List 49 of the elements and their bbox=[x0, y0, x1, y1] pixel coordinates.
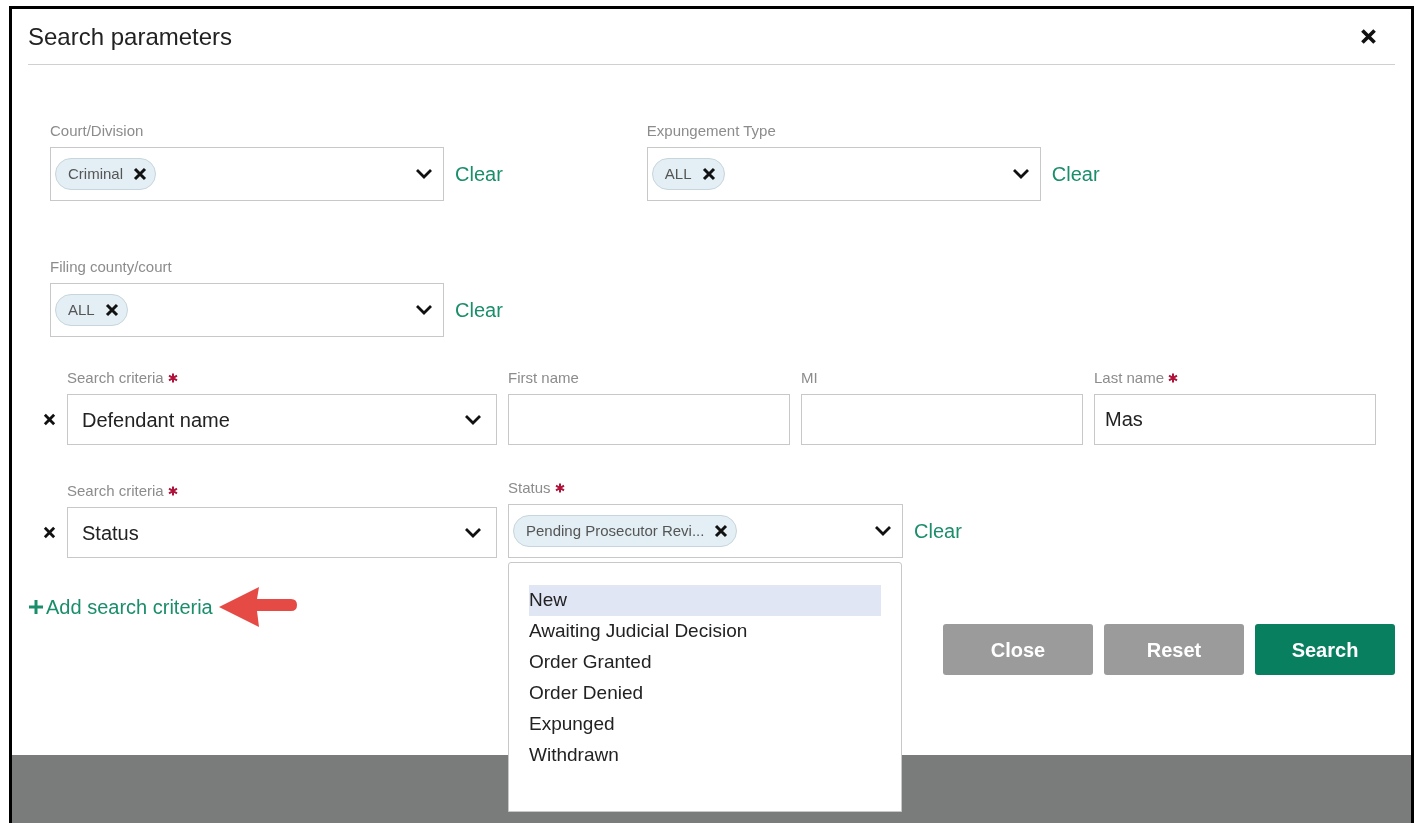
clear-link[interactable]: Clear bbox=[455, 295, 503, 325]
dropdown-option[interactable]: Withdrawn bbox=[529, 740, 881, 771]
text-field[interactable]: Mas bbox=[1094, 394, 1376, 445]
clear-link[interactable]: Clear bbox=[1051, 159, 1100, 189]
chevron-down-icon bbox=[874, 525, 892, 537]
criteria-select[interactable]: Status bbox=[67, 507, 497, 558]
remove-icon[interactable] bbox=[104, 303, 119, 317]
field-label: First name bbox=[508, 367, 579, 388]
chevron-down-icon bbox=[464, 526, 482, 539]
chevron-down-icon bbox=[464, 413, 482, 426]
field-label: MI bbox=[801, 367, 818, 388]
remove-icon[interactable] bbox=[714, 524, 729, 538]
plus-icon bbox=[28, 599, 44, 615]
chevron-down-icon bbox=[415, 304, 433, 316]
dropdown-option[interactable]: Awaiting Judicial Decision bbox=[529, 616, 881, 647]
dialog-title: Search parameters bbox=[28, 21, 233, 52]
dropdown-option[interactable]: Order Granted bbox=[529, 647, 881, 678]
remove-row-icon[interactable] bbox=[43, 526, 56, 539]
field-label: Expungement Type bbox=[646, 120, 776, 141]
multiselect-field[interactable]: Pending Prosecutor Revi... bbox=[508, 504, 903, 558]
dropdown-option[interactable]: Order Denied bbox=[529, 678, 881, 709]
field-label: Search criteria bbox=[67, 480, 164, 501]
remove-row-icon[interactable] bbox=[43, 413, 56, 426]
field-label: Last name bbox=[1094, 367, 1165, 388]
text-field[interactable] bbox=[508, 394, 790, 445]
field-label: Search criteria bbox=[67, 367, 164, 388]
multiselect-field[interactable]: ALL bbox=[50, 283, 444, 337]
remove-icon[interactable] bbox=[701, 167, 716, 181]
remove-icon[interactable] bbox=[133, 167, 147, 181]
field-label: Court/Division bbox=[50, 120, 144, 141]
multiselect-field[interactable]: ALL bbox=[646, 147, 1041, 201]
selected-chip: Pending Prosecutor Revi... bbox=[513, 515, 738, 547]
add-criteria-link[interactable]: Add search criteria bbox=[28, 592, 213, 622]
multiselect-field[interactable]: Criminal bbox=[50, 147, 444, 201]
text-field[interactable] bbox=[801, 394, 1083, 445]
selected-chip: ALL bbox=[651, 158, 725, 190]
field-label: Filing county/court bbox=[50, 256, 172, 277]
selected-chip: ALL bbox=[55, 294, 128, 326]
chevron-down-icon bbox=[1011, 168, 1030, 180]
criteria-select[interactable]: Defendant name bbox=[67, 394, 497, 445]
search-button[interactable]: Search bbox=[1255, 624, 1395, 675]
dropdown-option[interactable]: Expunged bbox=[529, 709, 881, 740]
clear-link[interactable]: Clear bbox=[455, 159, 503, 189]
field-label: Status bbox=[508, 477, 551, 498]
clear-link[interactable]: Clear bbox=[914, 516, 962, 546]
close-icon[interactable] bbox=[1360, 28, 1377, 45]
selected-chip: Criminal bbox=[55, 158, 156, 190]
chevron-down-icon bbox=[415, 168, 433, 180]
dropdown-option[interactable]: New bbox=[529, 585, 881, 616]
